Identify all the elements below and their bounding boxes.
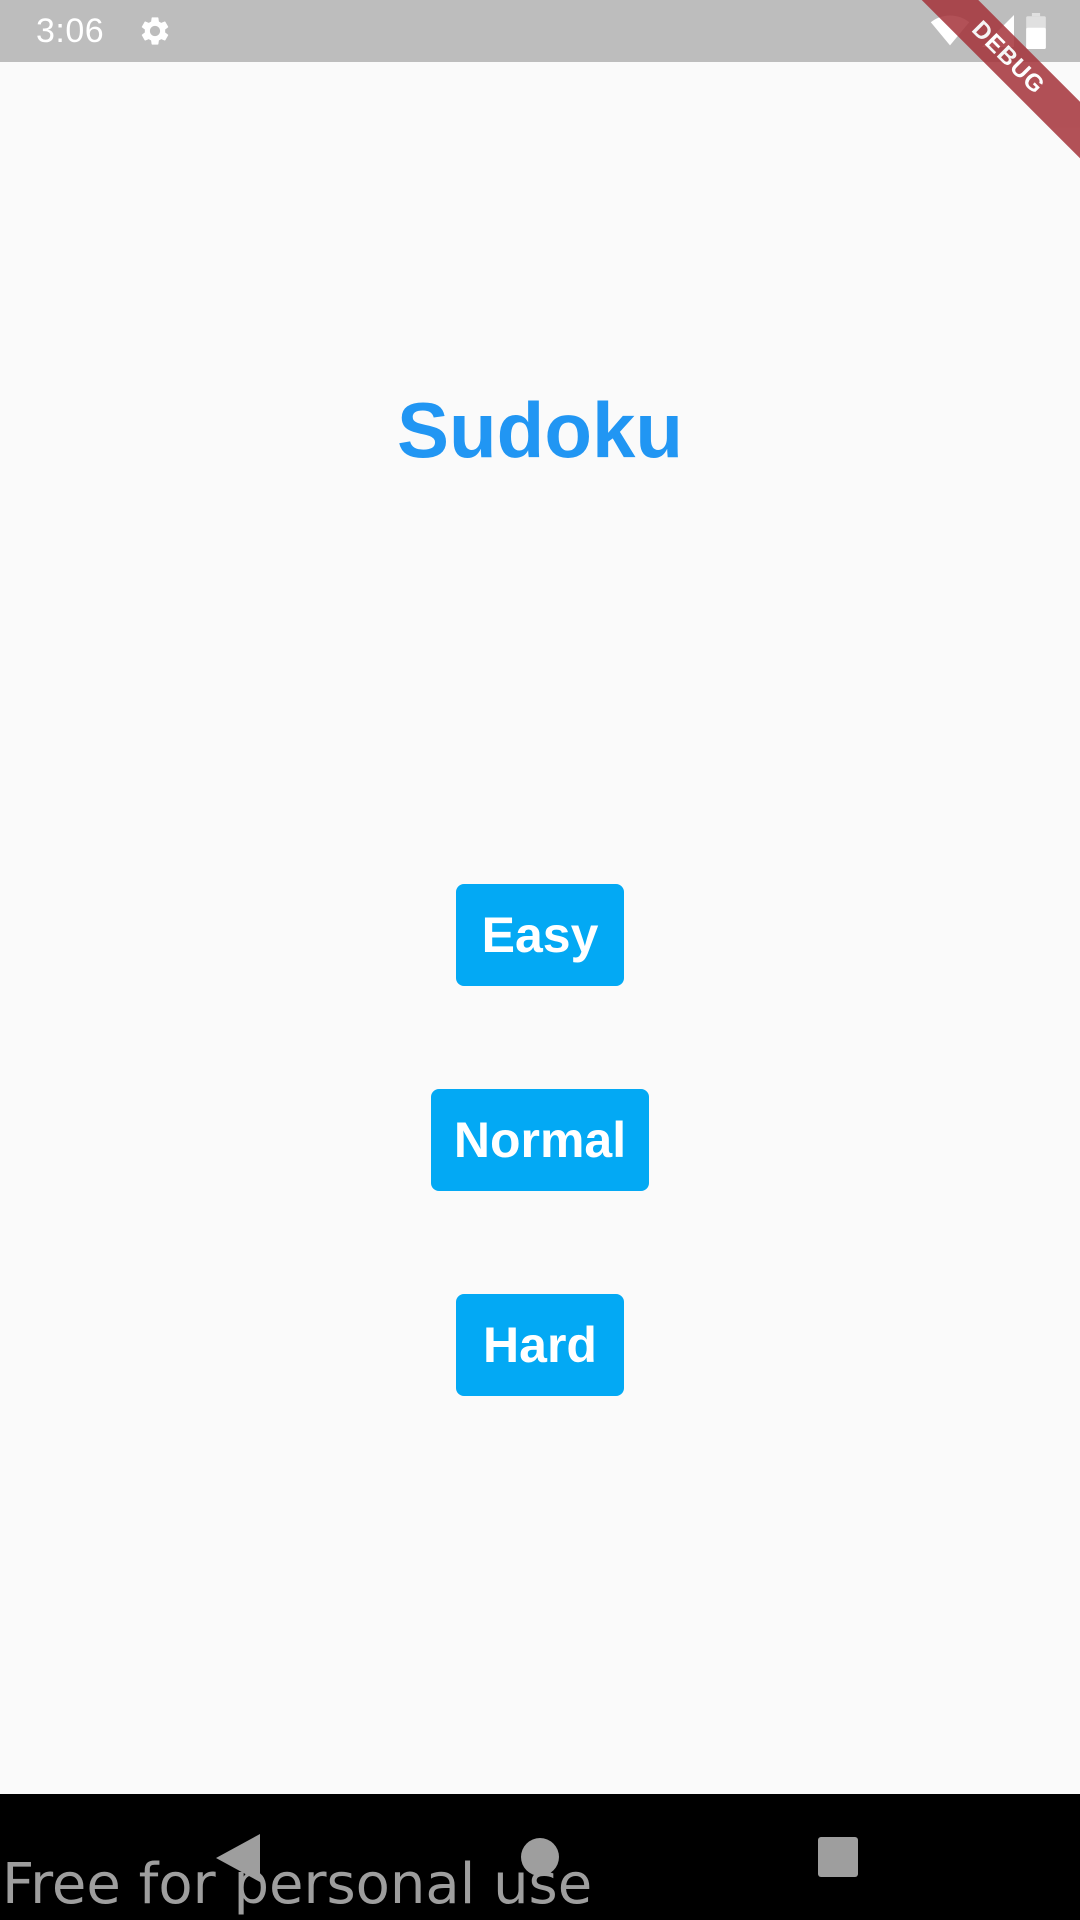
status-time: 3:06 [36, 12, 105, 50]
status-icons [930, 12, 1046, 50]
cellular-signal-icon [982, 15, 1014, 47]
recents-icon[interactable] [818, 1837, 858, 1877]
hard-button[interactable]: Hard [456, 1294, 624, 1396]
wifi-icon [930, 15, 970, 46]
easy-button[interactable]: Easy [456, 884, 624, 986]
watermark-text: Free for personal use [2, 1852, 593, 1917]
gear-icon [141, 17, 169, 45]
page-title: Sudoku [397, 386, 683, 474]
status-bar: 3:06 [0, 0, 1080, 62]
battery-icon [1026, 13, 1046, 49]
normal-button[interactable]: Normal [431, 1089, 649, 1191]
